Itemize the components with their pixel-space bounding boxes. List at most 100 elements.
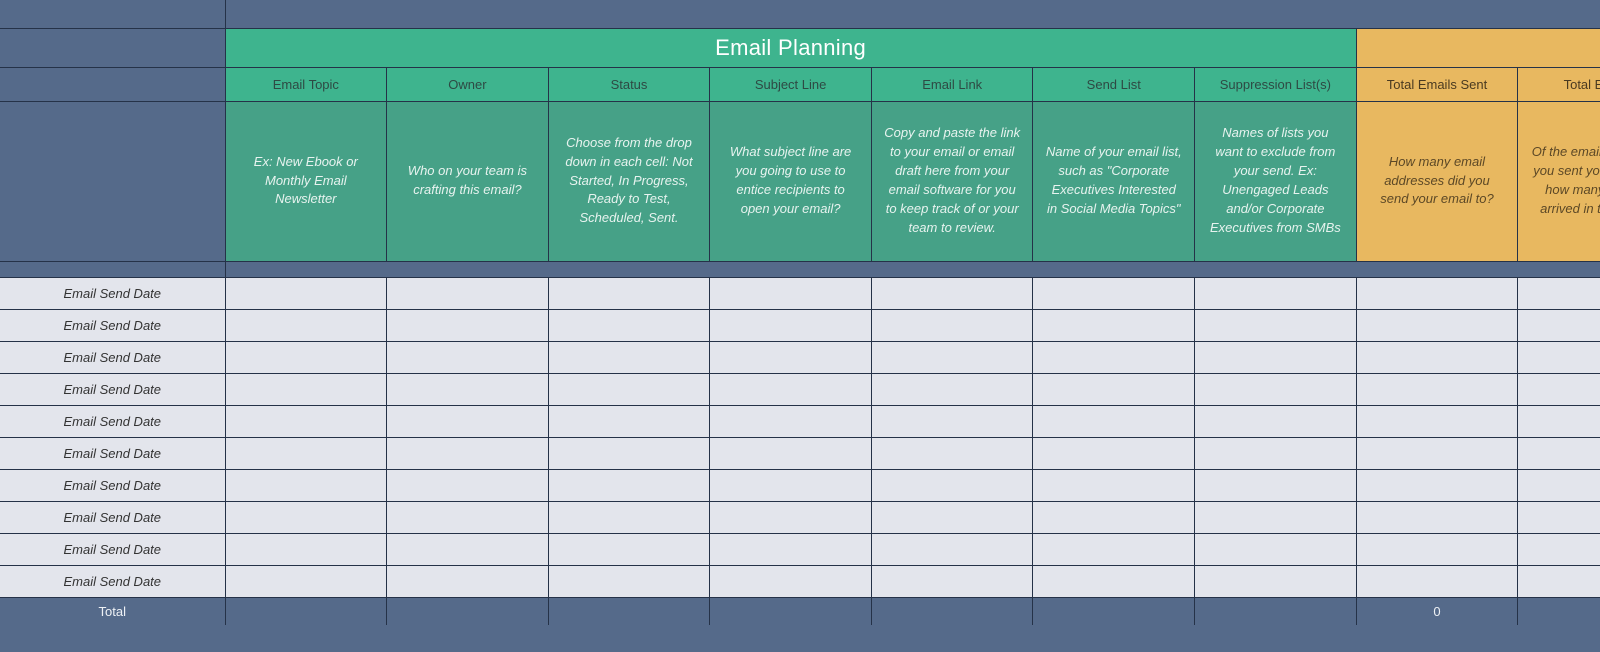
- data-cell[interactable]: [1356, 277, 1518, 309]
- data-cell[interactable]: [1356, 437, 1518, 469]
- data-cell[interactable]: [710, 373, 872, 405]
- data-cell[interactable]: [871, 469, 1033, 501]
- data-cell[interactable]: [1518, 277, 1600, 309]
- data-cell[interactable]: [710, 277, 872, 309]
- data-cell[interactable]: [548, 565, 710, 597]
- data-cell[interactable]: [225, 341, 387, 373]
- data-cell[interactable]: [710, 501, 872, 533]
- row-header-send-date[interactable]: Email Send Date: [0, 373, 225, 405]
- data-cell[interactable]: [387, 469, 549, 501]
- data-cell[interactable]: [1195, 565, 1357, 597]
- data-cell[interactable]: [1033, 309, 1195, 341]
- data-cell[interactable]: [1518, 533, 1600, 565]
- data-cell[interactable]: [1356, 565, 1518, 597]
- data-cell[interactable]: [710, 533, 872, 565]
- data-cell[interactable]: [1195, 533, 1357, 565]
- data-cell[interactable]: [1033, 565, 1195, 597]
- data-cell[interactable]: [1518, 373, 1600, 405]
- data-cell[interactable]: [387, 565, 549, 597]
- data-cell[interactable]: [1518, 405, 1600, 437]
- data-cell[interactable]: [548, 437, 710, 469]
- data-cell[interactable]: [387, 405, 549, 437]
- data-cell[interactable]: [1356, 469, 1518, 501]
- data-cell[interactable]: [1033, 341, 1195, 373]
- data-cell[interactable]: [225, 373, 387, 405]
- data-cell[interactable]: [1195, 501, 1357, 533]
- data-cell[interactable]: [225, 501, 387, 533]
- data-cell[interactable]: [1195, 309, 1357, 341]
- data-cell[interactable]: [1033, 277, 1195, 309]
- row-header-send-date[interactable]: Email Send Date: [0, 277, 225, 309]
- row-header-send-date[interactable]: Email Send Date: [0, 533, 225, 565]
- data-cell[interactable]: [225, 405, 387, 437]
- data-cell[interactable]: [710, 469, 872, 501]
- data-cell[interactable]: [548, 341, 710, 373]
- col-header-subject-line[interactable]: Subject Line: [710, 67, 872, 101]
- data-cell[interactable]: [1356, 373, 1518, 405]
- data-cell[interactable]: [1195, 405, 1357, 437]
- data-cell[interactable]: [871, 277, 1033, 309]
- data-cell[interactable]: [548, 469, 710, 501]
- data-cell[interactable]: [225, 437, 387, 469]
- col-header-email-topic[interactable]: Email Topic: [225, 67, 387, 101]
- row-header-send-date[interactable]: Email Send Date: [0, 341, 225, 373]
- data-cell[interactable]: [1195, 373, 1357, 405]
- data-cell[interactable]: [225, 565, 387, 597]
- data-cell[interactable]: [387, 277, 549, 309]
- data-cell[interactable]: [1356, 501, 1518, 533]
- data-cell[interactable]: [871, 501, 1033, 533]
- data-cell[interactable]: [871, 373, 1033, 405]
- col-header-status[interactable]: Status: [548, 67, 710, 101]
- row-header-send-date[interactable]: Email Send Date: [0, 405, 225, 437]
- data-cell[interactable]: [548, 309, 710, 341]
- data-cell[interactable]: [1356, 533, 1518, 565]
- data-cell[interactable]: [1518, 469, 1600, 501]
- data-cell[interactable]: [548, 501, 710, 533]
- data-cell[interactable]: [548, 277, 710, 309]
- data-cell[interactable]: [1033, 501, 1195, 533]
- row-header-send-date[interactable]: Email Send Date: [0, 309, 225, 341]
- data-cell[interactable]: [387, 501, 549, 533]
- data-cell[interactable]: [225, 277, 387, 309]
- data-cell[interactable]: [1033, 437, 1195, 469]
- row-header-send-date[interactable]: Email Send Date: [0, 565, 225, 597]
- col-header-total-emails-sent[interactable]: Total Emails Sent: [1356, 67, 1518, 101]
- col-header-total-emails-delivered[interactable]: Total Emails: [1518, 67, 1600, 101]
- data-cell[interactable]: [548, 373, 710, 405]
- data-cell[interactable]: [1033, 533, 1195, 565]
- data-cell[interactable]: [387, 437, 549, 469]
- data-cell[interactable]: [1518, 341, 1600, 373]
- data-cell[interactable]: [871, 533, 1033, 565]
- row-header-send-date[interactable]: Email Send Date: [0, 501, 225, 533]
- data-cell[interactable]: [225, 533, 387, 565]
- data-cell[interactable]: [1195, 437, 1357, 469]
- data-cell[interactable]: [1518, 501, 1600, 533]
- data-cell[interactable]: [710, 341, 872, 373]
- data-cell[interactable]: [548, 533, 710, 565]
- data-cell[interactable]: [1356, 405, 1518, 437]
- data-cell[interactable]: [387, 309, 549, 341]
- data-cell[interactable]: [387, 341, 549, 373]
- col-header-owner[interactable]: Owner: [387, 67, 549, 101]
- data-cell[interactable]: [871, 405, 1033, 437]
- data-cell[interactable]: [1195, 341, 1357, 373]
- data-cell[interactable]: [548, 405, 710, 437]
- data-cell[interactable]: [1518, 437, 1600, 469]
- data-cell[interactable]: [871, 309, 1033, 341]
- data-cell[interactable]: [871, 437, 1033, 469]
- data-cell[interactable]: [710, 437, 872, 469]
- data-cell[interactable]: [710, 565, 872, 597]
- data-cell[interactable]: [871, 341, 1033, 373]
- data-cell[interactable]: [225, 309, 387, 341]
- data-cell[interactable]: [1033, 405, 1195, 437]
- col-header-suppression-lists[interactable]: Suppression List(s): [1195, 67, 1357, 101]
- row-header-send-date[interactable]: Email Send Date: [0, 437, 225, 469]
- data-cell[interactable]: [1195, 277, 1357, 309]
- data-cell[interactable]: [225, 469, 387, 501]
- data-cell[interactable]: [1033, 373, 1195, 405]
- data-cell[interactable]: [871, 565, 1033, 597]
- col-header-send-list[interactable]: Send List: [1033, 67, 1195, 101]
- data-cell[interactable]: [1518, 309, 1600, 341]
- data-cell[interactable]: [710, 309, 872, 341]
- row-header-send-date[interactable]: Email Send Date: [0, 469, 225, 501]
